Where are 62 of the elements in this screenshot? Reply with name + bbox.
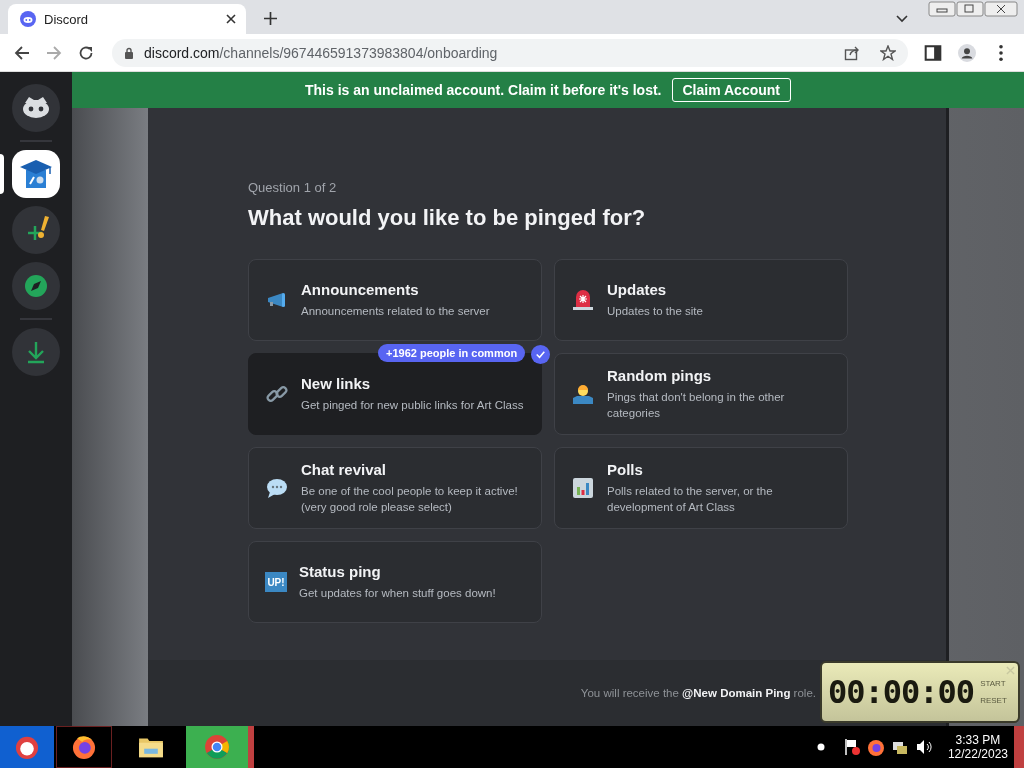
side-panel-icon[interactable] [924,43,942,62]
option-card[interactable]: UP! Status ping Get updates for when stuff goes down! [248,541,542,623]
option-description: Announcements related to the server [301,304,490,319]
timer-control[interactable]: START [980,679,1007,688]
option-title: Announcements [301,281,420,298]
explore-button[interactable] [12,262,60,310]
bar-chart-icon [571,476,595,500]
option-description: Get updates for when stuff goes down! [299,586,496,601]
back-icon[interactable] [14,44,30,61]
plus-alert-icon [26,214,51,242]
timer-display: 00:00:00 [828,673,975,711]
up-sign-icon: UP! [265,572,287,592]
option-card[interactable]: Random pings Pings that don't belong in the other categories [554,353,848,435]
new-tab-icon[interactable] [264,12,277,25]
option-card[interactable]: Chat revival Be one of the cool people to keep it active! (very good role please select) [248,447,542,529]
option-description: Be one of the cool people to keep it active! (very good role please select) [301,484,519,515]
star-icon[interactable] [880,44,896,61]
option-description: Get pinged for new public links for Art Class [301,398,524,413]
selected-indicator [0,154,4,194]
timer-control[interactable]: RESET [980,696,1007,705]
download-button[interactable] [12,328,60,376]
question-title: What would you like to be pinged for? [248,205,647,231]
option-title: Random pings [607,367,713,384]
clock-time: 3:33 PM [955,733,1001,747]
url-text: discord.com/channels/967446591373983804/onboarding [144,44,498,61]
banner-text: This is an unclaimed account. Claim it before it's lost. [305,82,662,98]
option-title: Chat revival [301,461,388,478]
siren-icon [571,288,595,312]
role-notice: You will receive the @New Domain Ping role. [580,687,816,699]
common-count-badge: +1962 people in common [378,344,526,362]
browser-tab[interactable]: Discord [8,4,246,34]
option-description: Updates to the site [607,304,703,319]
address-bar[interactable]: discord.com/channels/967446591373983804/onboarding [112,38,908,67]
question-step: Question 1 of 2 [248,180,846,195]
option-title: Polls [607,461,644,478]
option-card[interactable]: Polls Polls related to the server, or the development of Art Class [554,447,848,529]
share-icon[interactable] [844,44,860,61]
close-icon[interactable] [226,14,236,24]
start-button[interactable] [0,726,54,768]
tab-title: Discord [44,11,90,27]
discord-logo-icon [20,11,36,27]
dot-icon[interactable] [815,742,826,752]
reload-icon[interactable] [78,44,94,61]
add-server-button[interactable] [12,206,60,254]
chevron-down-icon[interactable] [896,15,908,23]
profile-icon[interactable] [958,43,976,62]
claim-account-button[interactable]: Claim Account [671,78,791,102]
clock-date: 12/22/2023 [947,747,1008,761]
server-button[interactable] [12,150,60,198]
option-description: Polls related to the server, or the development of Art Class [607,484,774,515]
option-title: New links [301,375,372,392]
browser-icon[interactable] [865,737,886,757]
speech-bubble-icon [265,476,289,500]
taskbar-app[interactable] [56,726,112,768]
option-description: Pings that don't belong in the other categories [607,390,786,421]
option-card[interactable]: Announcements Announcements related to the server [248,259,542,341]
lock-icon [124,46,134,59]
clock[interactable]: 3:33 PM 12/22/2023 [947,733,1008,761]
option-card[interactable]: Updates Updates to the site [554,259,848,341]
option-title: Updates [607,281,668,298]
check-icon [531,345,550,364]
option-title: Status ping [299,563,382,580]
